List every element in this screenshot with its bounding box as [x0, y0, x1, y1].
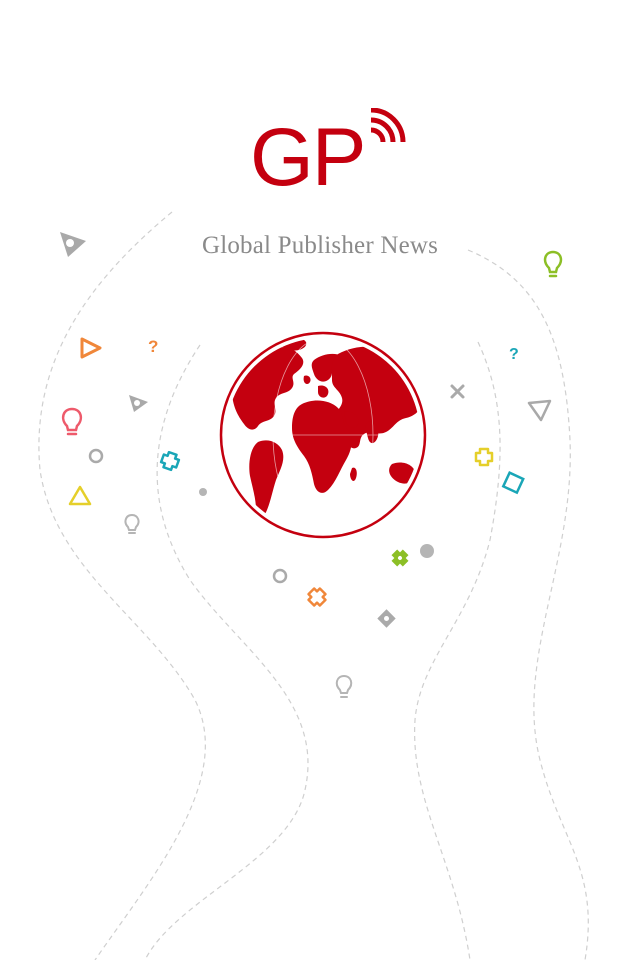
- triangle-outline-yellow-icon: [68, 485, 92, 506]
- lightbulb-pink-icon: [61, 407, 83, 436]
- dashed-flow-lines: [38, 211, 589, 960]
- dot-large-icon: [420, 544, 434, 558]
- dashed-line-outer-right: [467, 249, 589, 960]
- triangle-outline-gray-icon: [527, 399, 552, 422]
- cross-gray-icon: [450, 384, 465, 399]
- cross-rounded-lime-icon: [391, 549, 409, 567]
- logo-letters: GP: [250, 112, 366, 203]
- dashed-line-outer-left: [38, 211, 206, 960]
- globe-icon: [219, 331, 427, 539]
- app-logo: GP: [250, 108, 410, 208]
- question-mark-orange-icon: ?: [148, 337, 158, 356]
- lightbulb-gray-icon: [335, 674, 353, 698]
- diamond-gray-icon: [377, 609, 396, 628]
- diamond-outline-teal-icon: [501, 471, 525, 495]
- question-mark-teal-icon: ?: [509, 346, 519, 363]
- plus-rounded-teal-icon: [159, 450, 181, 472]
- triangle-pointer-small-icon: [129, 395, 148, 412]
- dot-small-icon: [199, 488, 207, 496]
- triangle-outline-orange-icon: [80, 337, 102, 359]
- app-title: Global Publisher News: [201, 232, 439, 259]
- plus-rounded-yellow-icon: [474, 447, 494, 467]
- broadcast-signal-icon: [370, 108, 406, 143]
- lightbulb-gray-small-icon: [124, 513, 140, 534]
- circle-outline-bottom-icon: [272, 568, 288, 584]
- cross-rounded-orange-icon: [307, 587, 327, 607]
- circle-outline-icon: [88, 448, 104, 464]
